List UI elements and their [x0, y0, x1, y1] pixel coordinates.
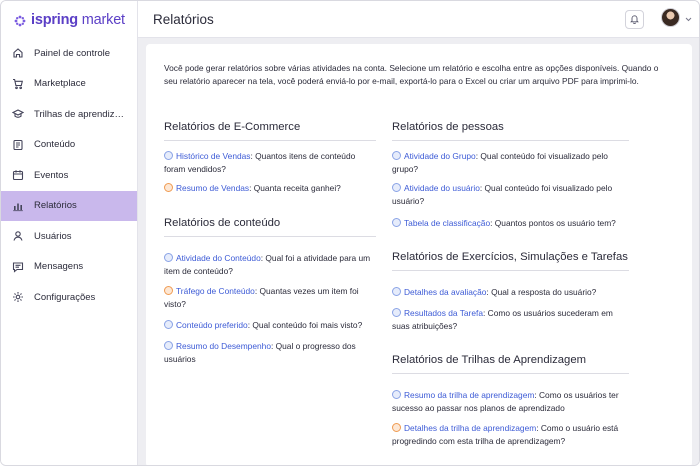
sidebar-item-messages[interactable]: Mensagens: [1, 252, 137, 283]
reports-card: Você pode gerar relatórios sobre várias …: [146, 44, 692, 465]
sidebar-item-users[interactable]: Usuários: [1, 221, 137, 252]
report-link[interactable]: Resultados da Tarefa: [404, 308, 483, 318]
sidebar-item-content[interactable]: Conteúdo: [1, 130, 137, 161]
cart-icon: [12, 78, 24, 90]
avatar: [661, 8, 680, 27]
sidebar-item-label: Eventos: [34, 169, 69, 181]
bar-chart-icon: [392, 308, 401, 317]
notifications-button[interactable]: [625, 10, 644, 29]
report-path-details: Detalhes da trilha de aprendizagem: Como…: [392, 423, 619, 446]
document-icon: [12, 139, 24, 151]
bar-chart-icon: [12, 200, 24, 212]
report-link[interactable]: Resumo do Desempenho: [176, 341, 271, 351]
sidebar-item-label: Mensagens: [34, 261, 84, 273]
section-title-people: Relatórios de pessoas: [392, 121, 504, 133]
report-sales-history: Histórico de Vendas: Quantos itens de co…: [164, 151, 356, 174]
main-area: Você pode gerar relatórios sobre várias …: [138, 38, 699, 465]
user-menu[interactable]: [661, 8, 692, 27]
report-link[interactable]: Resumo de Vendas: [176, 183, 249, 193]
section-divider: [392, 270, 629, 271]
sidebar-item-events[interactable]: Eventos: [1, 160, 137, 191]
section-title-exercises: Relatórios de Exercícios, Simulações e T…: [392, 251, 628, 263]
section-title-learning-paths: Relatórios de Trilhas de Aprendizagem: [392, 354, 587, 366]
report-assessment-details: Detalhes da avaliação: Qual a resposta d…: [392, 286, 632, 299]
logo[interactable]: ispring market: [1, 1, 137, 38]
user-icon: [12, 230, 24, 242]
report-content-traffic: Tráfego de Conteúdo: Quantas vezes um it…: [164, 286, 359, 309]
report-link[interactable]: Tráfego de Conteúdo: [176, 286, 255, 296]
sidebar-item-label: Configurações: [34, 291, 96, 303]
report-task-results: Resultados da Tarefa: Como os usuários s…: [392, 308, 613, 331]
report-link[interactable]: Detalhes da avaliação: [404, 287, 486, 297]
bar-chart-icon: [164, 253, 173, 262]
trend-icon: [164, 286, 173, 295]
report-sales-summary: Resumo de Vendas: Quanta receita ganhei?: [164, 182, 372, 195]
report-link[interactable]: Atividade do Conteúdo: [176, 253, 261, 263]
logo-flower-icon: [14, 14, 26, 26]
bar-chart-icon: [164, 341, 173, 350]
chevron-down-icon: [685, 9, 692, 27]
report-link[interactable]: Atividade do Grupo: [404, 151, 476, 161]
sidebar-item-label: Conteúdo: [34, 139, 76, 151]
intro-text: Você pode gerar relatórios sobre várias …: [164, 63, 659, 86]
history-icon: [392, 390, 401, 399]
report-group-activity: Atividade do Grupo: Qual conteúdo foi vi…: [392, 151, 608, 174]
section-title-content: Relatórios de conteúdo: [164, 217, 281, 229]
page-title: Relatórios: [153, 11, 214, 27]
logo-text: ispring market: [31, 11, 125, 28]
report-link[interactable]: Tabela de classificação: [404, 218, 490, 228]
section-divider: [164, 140, 376, 141]
gear-icon: [12, 291, 24, 303]
report-leaderboard: Tabela de classificação: Quantos pontos …: [392, 217, 632, 230]
home-icon: [12, 47, 24, 59]
history-icon: [392, 151, 401, 160]
report-favorite-content: Conteúdo preferido: Qual conteúdo foi ma…: [164, 319, 372, 332]
history-icon: [392, 287, 401, 296]
report-content-activity: Atividade do Conteúdo: Qual foi a ativid…: [164, 253, 371, 276]
sidebar-item-label: Trilhas de aprendizag…: [34, 108, 129, 120]
report-link[interactable]: Detalhes da trilha de aprendizagem: [404, 423, 536, 433]
app-window: ispring market Painel de controle Market…: [0, 0, 700, 466]
report-path-summary: Resumo da trilha de aprendizagem: Como o…: [392, 390, 619, 413]
report-link[interactable]: Resumo da trilha de aprendizagem: [404, 390, 534, 400]
section-divider: [392, 373, 629, 374]
report-user-activity: Atividade do usuário: Qual conteúdo foi …: [392, 183, 613, 206]
sidebar-item-label: Usuários: [34, 230, 72, 242]
bar-chart-icon: [392, 218, 401, 227]
sidebar-item-learning-paths[interactable]: Trilhas de aprendizag…: [1, 99, 137, 130]
report-link[interactable]: Conteúdo preferido: [176, 320, 248, 330]
report-performance-summary: Resumo do Desempenho: Qual o progresso d…: [164, 341, 356, 364]
sidebar-nav: Painel de controle Marketplace Trilhas d…: [1, 38, 137, 313]
sidebar-item-dashboard[interactable]: Painel de controle: [1, 38, 137, 69]
favorite-icon: [164, 320, 173, 329]
sidebar-item-reports[interactable]: Relatórios: [1, 190, 137, 221]
calendar-icon: [12, 169, 24, 181]
section-title-ecommerce: Relatórios de E-Commerce: [164, 121, 301, 133]
dollar-icon: [164, 183, 173, 192]
report-link[interactable]: Atividade do usuário: [404, 183, 480, 193]
sidebar-item-label: Relatórios: [34, 200, 77, 212]
sidebar: ispring market Painel de controle Market…: [1, 1, 138, 465]
sidebar-item-marketplace[interactable]: Marketplace: [1, 69, 137, 100]
sidebar-item-label: Marketplace: [34, 78, 86, 90]
graduation-cap-icon: [12, 108, 24, 120]
section-divider: [392, 140, 629, 141]
history-icon: [164, 151, 173, 160]
report-link[interactable]: Histórico de Vendas: [176, 151, 251, 161]
top-header: Relatórios: [138, 1, 699, 38]
path-icon: [392, 423, 401, 432]
message-icon: [12, 261, 24, 273]
section-divider: [164, 236, 376, 237]
sidebar-item-settings[interactable]: Configurações: [1, 282, 137, 313]
bell-icon: [630, 11, 639, 29]
sidebar-item-label: Painel de controle: [34, 47, 111, 59]
history-icon: [392, 183, 401, 192]
